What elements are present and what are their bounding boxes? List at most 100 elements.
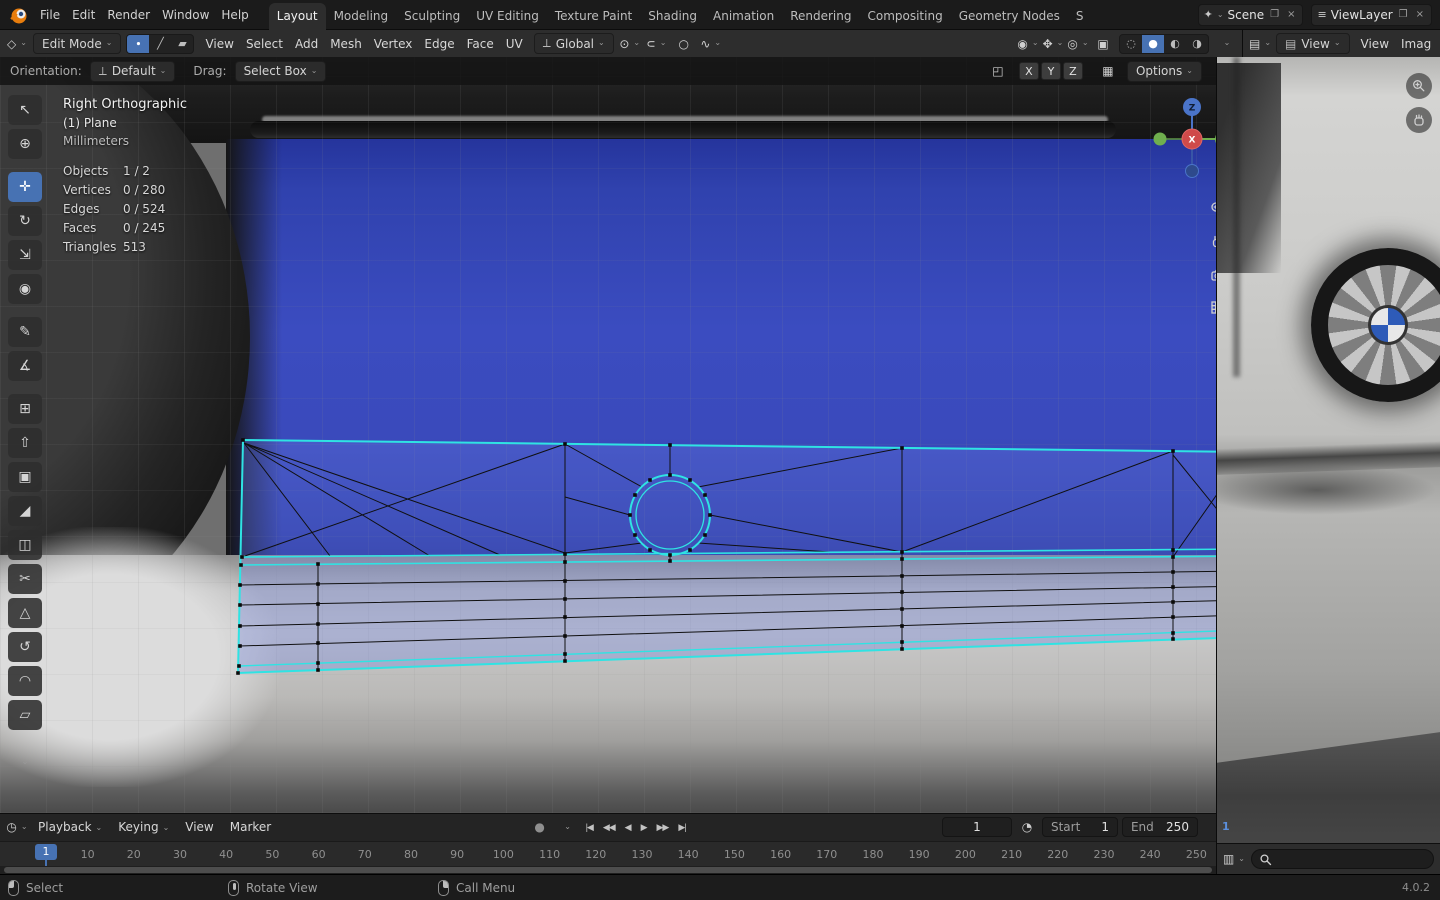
toolbar-expand-arrow[interactable]: ⌄ xyxy=(8,757,42,767)
image-pan-hand-icon[interactable] xyxy=(1406,107,1432,133)
mirror-axis-button[interactable]: Y xyxy=(1040,62,1061,80)
workspace-tab[interactable]: S xyxy=(1068,3,1092,30)
scene-selector[interactable]: ✦ Scene ❐ × xyxy=(1197,3,1304,26)
scrollbar-thumb[interactable] xyxy=(4,867,1212,874)
scene-browse-icon[interactable]: ✦ xyxy=(1204,8,1224,21)
playhead[interactable]: 1 xyxy=(35,843,57,860)
workspace-tab[interactable]: Texture Paint xyxy=(547,3,640,30)
shading-solid[interactable]: ● xyxy=(1142,34,1164,53)
image-zoom-icon[interactable] xyxy=(1406,73,1432,99)
viewport-3d[interactable]: Orientation: ⟂ Default Drag: Select Box … xyxy=(0,57,1216,813)
viewport-menu-item[interactable]: Add xyxy=(289,34,324,54)
topbar-menu-item[interactable]: Edit xyxy=(66,5,101,25)
marker-menu[interactable]: Marker xyxy=(224,817,277,837)
view-layer-selector[interactable]: ≡ ViewLayer ❐ × xyxy=(1311,3,1432,26)
transport-prev-keyframe[interactable]: ◀◀ xyxy=(598,820,620,835)
pan-hand-icon[interactable] xyxy=(1206,228,1216,254)
transport-next-keyframe[interactable]: ▶▶ xyxy=(652,820,674,835)
workspace-tab[interactable]: UV Editing xyxy=(468,3,547,30)
mirror-axis-button[interactable]: X xyxy=(1018,62,1039,80)
gizmo-z-label[interactable]: Z xyxy=(1189,104,1196,114)
start-frame-field[interactable]: Start 1 xyxy=(1041,817,1118,838)
tool-extrude-region[interactable]: ⇧ xyxy=(8,428,42,458)
search-input[interactable] xyxy=(1276,852,1426,866)
tool-annotate[interactable]: ✎ xyxy=(8,317,42,347)
snap-dropdown[interactable]: ∪ xyxy=(644,34,668,54)
delete-scene-button[interactable]: × xyxy=(1285,9,1297,20)
transform-orientation-dropdown[interactable]: ⟂ Global xyxy=(533,33,614,54)
tool-rotate[interactable]: ↻ xyxy=(8,206,42,236)
mode-edge-select[interactable]: ╱ xyxy=(149,35,171,53)
viewport-menu-item[interactable]: Vertex xyxy=(368,34,419,54)
tool-bevel[interactable]: ◢ xyxy=(8,496,42,526)
toggle-xray[interactable]: ▣ xyxy=(1092,34,1114,54)
shading-options-dropdown[interactable] xyxy=(1214,34,1236,54)
stopwatch-icon[interactable]: ◔ xyxy=(1016,817,1038,837)
topbar-menu-item[interactable]: Help xyxy=(215,5,254,25)
workspace-tab[interactable]: Compositing xyxy=(859,3,950,30)
transport-jump-to-end[interactable]: ▶| xyxy=(673,820,690,835)
tool-loop-cut[interactable]: ◫ xyxy=(8,530,42,560)
tool-transform[interactable]: ◉ xyxy=(8,274,42,304)
topbar-menu-item[interactable]: Window xyxy=(156,5,215,25)
viewport-menu-item[interactable]: Face xyxy=(461,34,500,54)
timeline-scrollbar[interactable] xyxy=(0,866,1216,874)
playback-menu[interactable]: Playback xyxy=(32,817,108,837)
options-dropdown[interactable]: Options xyxy=(1126,60,1202,82)
camera-view-icon[interactable] xyxy=(1206,261,1216,287)
view-layer-name[interactable]: ViewLayer xyxy=(1331,8,1393,22)
viewport-menu-item[interactable]: UV xyxy=(500,34,529,54)
workspace-tab[interactable]: Geometry Nodes xyxy=(951,3,1068,30)
pivot-point-dropdown[interactable]: ⊙ xyxy=(619,34,641,54)
toggle-visibility[interactable]: ◉ xyxy=(1017,34,1039,54)
topbar-menu-item[interactable]: File xyxy=(34,5,66,25)
tool-edge-slide[interactable]: ▱ xyxy=(8,700,42,730)
tool-move[interactable]: ✛ xyxy=(8,172,42,202)
mirror-axis-button[interactable]: Z xyxy=(1062,62,1083,80)
mode-dropdown[interactable]: Edit Mode xyxy=(33,33,122,54)
tool-poly-build[interactable]: △ xyxy=(8,598,42,628)
record-button[interactable]: ● xyxy=(529,817,551,837)
new-scene-button[interactable]: ❐ xyxy=(1268,9,1281,20)
image-mode-dropdown[interactable]: ▤ View xyxy=(1276,33,1350,54)
image-editor-menu-item[interactable]: View xyxy=(1355,34,1395,54)
transport-play-reverse[interactable]: ◀ xyxy=(620,820,636,835)
timeline-view-menu[interactable]: View xyxy=(179,817,219,837)
keying-menu[interactable]: Keying xyxy=(112,817,175,837)
tool-knife[interactable]: ✂ xyxy=(8,564,42,594)
record-options-dropdown[interactable] xyxy=(555,817,577,837)
end-frame-field[interactable]: End 250 xyxy=(1121,817,1198,838)
transport-play[interactable]: ▶ xyxy=(636,820,652,835)
tool-inset-faces[interactable]: ▣ xyxy=(8,462,42,492)
current-frame-field[interactable]: 1 xyxy=(941,817,1012,838)
editor-type-button[interactable]: ◇ xyxy=(6,34,28,54)
image-editor-content[interactable]: 1 xyxy=(1216,57,1440,843)
tool-smooth[interactable]: ◠ xyxy=(8,666,42,696)
shading-wireframe[interactable]: ◌ xyxy=(1120,35,1142,53)
image-editor-menu-item[interactable]: Imag xyxy=(1395,34,1437,54)
remove-view-layer-button[interactable]: × xyxy=(1414,9,1426,20)
timeline-ruler[interactable]: 1 11020304050607080901001101201301401501… xyxy=(0,840,1216,867)
tool-spin[interactable]: ↺ xyxy=(8,632,42,662)
blender-logo-icon[interactable] xyxy=(8,6,30,24)
workspace-tab[interactable]: Layout xyxy=(268,2,326,30)
tool-cursor[interactable]: ⊕ xyxy=(8,129,42,159)
workspace-tab[interactable]: Sculpting xyxy=(396,3,468,30)
gizmo-x-label[interactable]: X xyxy=(1189,136,1196,146)
transport-jump-to-start[interactable]: |◀ xyxy=(581,820,598,835)
tool-add-cube[interactable]: ⊞ xyxy=(8,394,42,424)
workspace-tab[interactable]: Rendering xyxy=(782,3,859,30)
shading-material-preview[interactable]: ◐ xyxy=(1164,35,1186,53)
mirror-icon[interactable]: ◰ xyxy=(987,61,1009,81)
tool-scale[interactable]: ⇲ xyxy=(8,240,42,270)
shading-rendered[interactable]: ◑ xyxy=(1186,35,1208,53)
toggle-overlays[interactable]: ◎ xyxy=(1067,34,1089,54)
topbar-menu-item[interactable]: Render xyxy=(101,5,156,25)
viewport-menu-item[interactable]: Edge xyxy=(418,34,460,54)
workspace-tab[interactable]: Animation xyxy=(705,3,782,30)
timeline-editor-type-button[interactable]: ◷ xyxy=(6,817,28,837)
proportional-editing-toggle[interactable]: ○ xyxy=(673,34,695,54)
drag-mode-dropdown[interactable]: Select Box xyxy=(234,60,327,82)
mode-vertex-select[interactable]: ∙ xyxy=(127,34,150,53)
ortho-grid-icon[interactable] xyxy=(1206,294,1216,320)
